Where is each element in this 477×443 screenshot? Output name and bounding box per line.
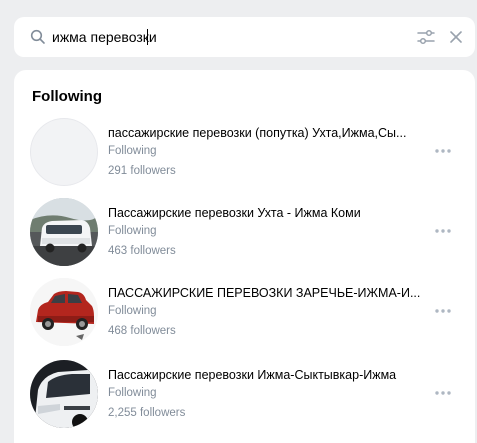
follower-count: 463 followers xyxy=(108,245,176,257)
follow-status: Following xyxy=(108,225,157,237)
avatar[interactable] xyxy=(30,118,98,186)
close-icon[interactable] xyxy=(448,29,464,45)
follower-count: 2,255 followers xyxy=(108,407,186,419)
search-bar xyxy=(14,17,475,57)
avatar[interactable] xyxy=(30,198,98,266)
section-title: Following xyxy=(32,88,102,105)
community-name[interactable]: Пассажирские перевозки Ухта - Ижма Коми xyxy=(108,206,428,220)
follow-status: Following xyxy=(108,145,157,157)
list-item[interactable]: Пассажирские перевозки Ижма-Сыктывкар-Иж… xyxy=(14,360,475,436)
list-item[interactable]: ПАССАЖИРСКИЕ ПЕРЕВОЗКИ ЗАРЕЧЬЕ-ИЖМА-И...… xyxy=(14,278,475,354)
community-name[interactable]: ПАССАЖИРСКИЕ ПЕРЕВОЗКИ ЗАРЕЧЬЕ-ИЖМА-И... xyxy=(108,286,428,300)
community-name[interactable]: пассажирские перевозки (попутка) Ухта,Иж… xyxy=(108,126,428,140)
text-caret xyxy=(147,29,148,45)
search-icon xyxy=(30,29,45,44)
more-options-icon[interactable] xyxy=(434,228,452,234)
avatar[interactable] xyxy=(30,278,98,346)
more-options-icon[interactable] xyxy=(434,148,452,154)
results-panel: Following пассажирские перевозки (попутк… xyxy=(14,70,475,443)
follower-count: 468 followers xyxy=(108,325,176,337)
community-name[interactable]: Пассажирские перевозки Ижма-Сыктывкар-Иж… xyxy=(108,368,428,382)
follow-status: Following xyxy=(108,387,157,399)
more-options-icon[interactable] xyxy=(434,390,452,396)
search-input[interactable] xyxy=(52,17,392,57)
follower-count: 291 followers xyxy=(108,165,176,177)
list-item[interactable]: Пассажирские перевозки Ухта - Ижма Коми … xyxy=(14,198,475,274)
list-item[interactable]: пассажирские перевозки (попутка) Ухта,Иж… xyxy=(14,118,475,194)
avatar[interactable] xyxy=(30,360,98,428)
more-options-icon[interactable] xyxy=(434,308,452,314)
follow-status: Following xyxy=(108,305,157,317)
filter-sliders-icon[interactable] xyxy=(417,29,435,45)
